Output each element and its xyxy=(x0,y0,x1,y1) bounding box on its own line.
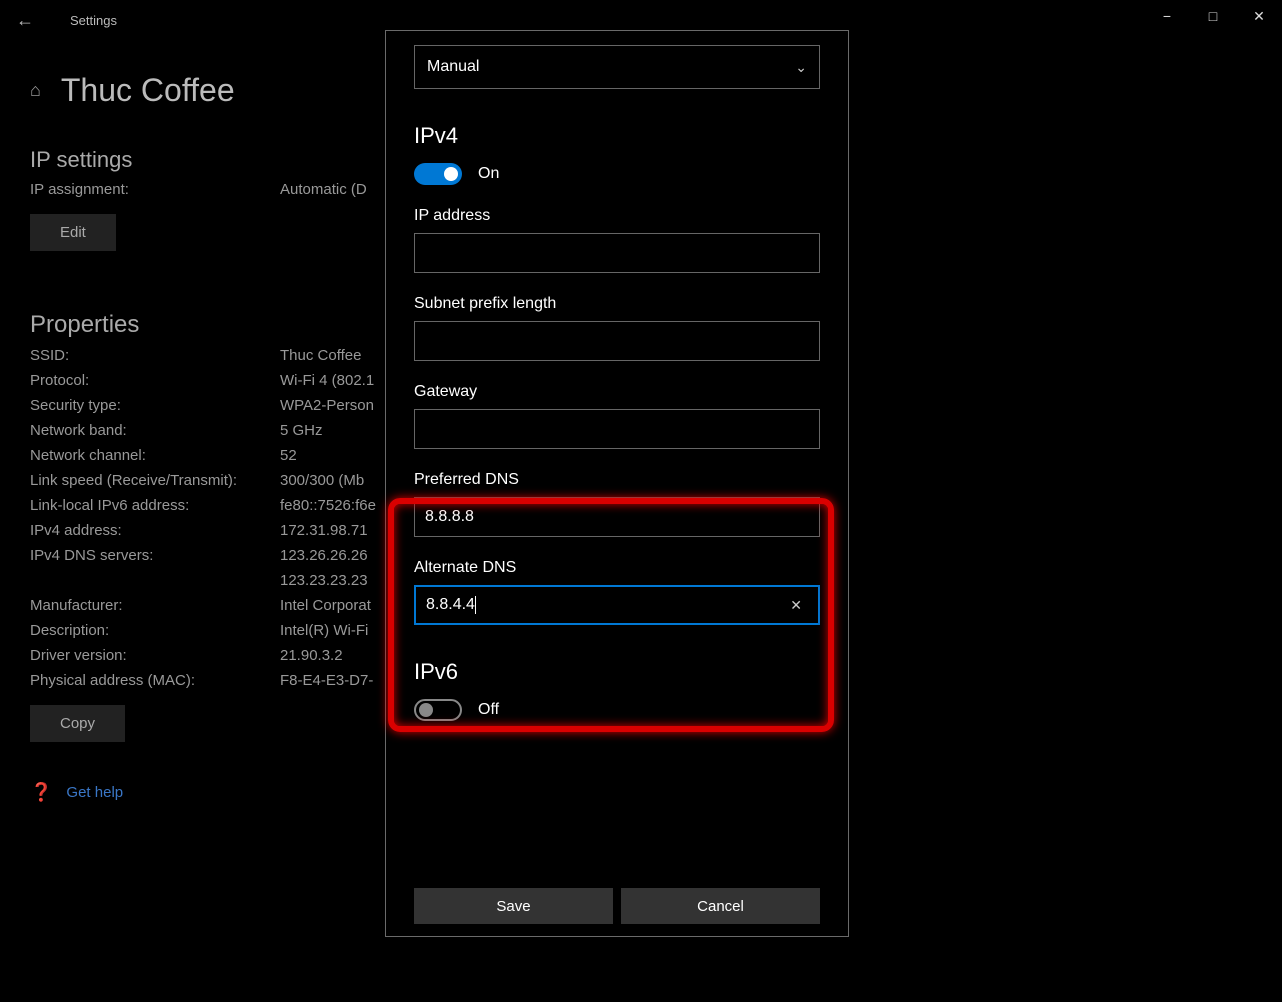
page-title: Thuc Coffee xyxy=(61,72,235,109)
gateway-input[interactable] xyxy=(414,409,820,449)
property-key: IPv4 address: xyxy=(30,522,280,539)
window-title: Settings xyxy=(70,13,117,28)
property-value: 172.31.98.71 xyxy=(280,522,368,539)
property-value: Intel Corporat xyxy=(280,597,371,614)
minimize-button[interactable]: − xyxy=(1144,0,1190,32)
ipv4-toggle-label: On xyxy=(478,165,499,183)
property-key: Network channel: xyxy=(30,447,280,464)
property-key: Protocol: xyxy=(30,372,280,389)
property-value: 123.23.23.23 xyxy=(280,572,368,589)
ipv6-toggle[interactable] xyxy=(414,699,462,721)
property-value: 52 xyxy=(280,447,297,464)
ip-address-label: IP address xyxy=(414,207,820,225)
alternate-dns-label: Alternate DNS xyxy=(414,559,820,577)
property-value: 21.90.3.2 xyxy=(280,647,343,664)
property-key: SSID: xyxy=(30,347,280,364)
property-value: 123.26.26.26 xyxy=(280,547,368,564)
property-value: WPA2-Person xyxy=(280,397,374,414)
subnet-input[interactable] xyxy=(414,321,820,361)
ip-assignment-value: Automatic (D xyxy=(280,181,367,198)
subnet-label: Subnet prefix length xyxy=(414,295,820,313)
save-button[interactable]: Save xyxy=(414,888,613,924)
copy-button[interactable]: Copy xyxy=(30,705,125,742)
property-key: Driver version: xyxy=(30,647,280,664)
property-value: Thuc Coffee xyxy=(280,347,361,364)
clear-icon[interactable]: ✕ xyxy=(784,597,808,614)
edit-button[interactable]: Edit xyxy=(30,214,116,251)
alternate-dns-input[interactable]: 8.8.4.4 ✕ xyxy=(414,585,820,625)
property-key: IPv4 DNS servers: xyxy=(30,547,280,564)
property-value: Wi-Fi 4 (802.1 xyxy=(280,372,374,389)
maximize-button[interactable]: □ xyxy=(1190,0,1236,32)
ipv6-heading: IPv6 xyxy=(414,659,820,685)
ip-settings-dialog: Manual ⌄ IPv4 On IP address Subnet prefi… xyxy=(385,30,849,937)
preferred-dns-input[interactable]: 8.8.8.8 xyxy=(414,497,820,537)
chevron-down-icon: ⌄ xyxy=(795,59,807,76)
property-value: Intel(R) Wi-Fi xyxy=(280,622,368,639)
property-key: Network band: xyxy=(30,422,280,439)
ipv6-toggle-label: Off xyxy=(478,701,499,719)
ip-mode-select[interactable]: Manual ⌄ xyxy=(414,45,820,89)
property-key: Security type: xyxy=(30,397,280,414)
property-key: Link speed (Receive/Transmit): xyxy=(30,472,280,489)
ipv4-toggle[interactable] xyxy=(414,163,462,185)
property-value: 300/300 (Mb xyxy=(280,472,364,489)
home-icon[interactable]: ⌂ xyxy=(30,80,41,101)
ipv4-heading: IPv4 xyxy=(414,123,820,149)
help-icon: ❓ xyxy=(30,782,52,803)
close-window-button[interactable]: ✕ xyxy=(1236,0,1282,32)
property-key: Description: xyxy=(30,622,280,639)
property-value: F8-E4-E3-D7- xyxy=(280,672,373,689)
get-help-link[interactable]: Get help xyxy=(66,784,123,801)
back-button[interactable]: ← xyxy=(0,10,50,31)
gateway-label: Gateway xyxy=(414,383,820,401)
property-key: Link-local IPv6 address: xyxy=(30,497,280,514)
ip-assignment-label: IP assignment: xyxy=(30,181,280,198)
property-value: fe80::7526:f6e xyxy=(280,497,376,514)
ip-mode-value: Manual xyxy=(427,58,479,76)
property-key xyxy=(30,572,280,589)
property-value: 5 GHz xyxy=(280,422,323,439)
property-key: Physical address (MAC): xyxy=(30,672,280,689)
ip-address-input[interactable] xyxy=(414,233,820,273)
preferred-dns-label: Preferred DNS xyxy=(414,471,820,489)
cancel-button[interactable]: Cancel xyxy=(621,888,820,924)
property-key: Manufacturer: xyxy=(30,597,280,614)
